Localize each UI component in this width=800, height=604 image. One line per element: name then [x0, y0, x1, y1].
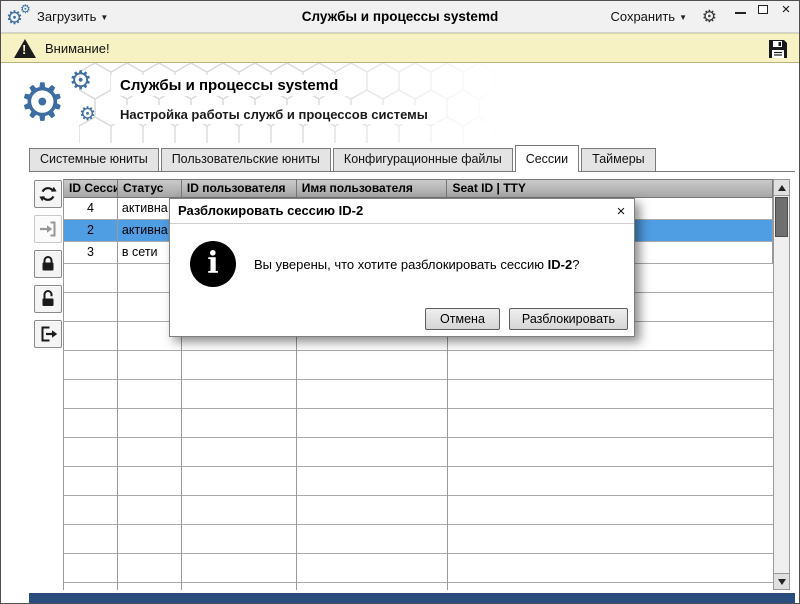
- maximize-icon: [758, 5, 768, 14]
- table-header-row: ID Сессии Статус ID пользователя Имя пол…: [64, 179, 773, 198]
- status-bar: [29, 593, 795, 603]
- terminate-session-button[interactable]: [34, 320, 62, 348]
- tab-config-files[interactable]: Конфигурационные файлы: [333, 148, 513, 171]
- scrollbar-up-button[interactable]: [774, 180, 789, 196]
- lock-icon: [38, 254, 58, 274]
- unlock-confirm-button[interactable]: Разблокировать: [509, 308, 628, 330]
- tab-timers[interactable]: Таймеры: [581, 148, 656, 171]
- warning-label: Внимание!: [45, 34, 110, 64]
- attach-session-button[interactable]: [34, 215, 62, 243]
- info-icon: [190, 241, 236, 287]
- unlock-session-button[interactable]: [34, 285, 62, 313]
- load-menu-button[interactable]: Загрузить ▼: [37, 7, 108, 27]
- triangle-down-icon: [778, 579, 786, 585]
- gear-icon: ⚙: [79, 105, 96, 124]
- scrollbar-thumb[interactable]: [775, 197, 788, 237]
- column-header-user-id[interactable]: ID пользователя: [182, 180, 297, 197]
- scrollbar-down-button[interactable]: [774, 573, 789, 589]
- save-menu-button[interactable]: Сохранить ▼: [610, 7, 687, 27]
- cancel-button[interactable]: Отмена: [425, 308, 500, 330]
- dialog-titlebar: Разблокировать сессию ID-2 ×: [170, 199, 634, 224]
- unlock-icon: [38, 289, 58, 309]
- cell-session-id: 2: [64, 220, 118, 242]
- warning-banner: Внимание!: [1, 33, 799, 63]
- dialog-close-button[interactable]: ×: [612, 202, 630, 220]
- chevron-down-icon: ▼: [100, 8, 108, 28]
- window-controls: ×: [732, 3, 795, 17]
- app-window: ⚙ ⚙ Загрузить ▼ Службы и процессы systemd…: [0, 0, 800, 604]
- cell-session-id: 4: [64, 198, 118, 220]
- tab-system-units[interactable]: Системные юниты: [29, 148, 159, 171]
- login-arrow-icon: [38, 219, 58, 239]
- tabbar: Системные юниты Пользовательские юниты К…: [29, 143, 795, 171]
- dialog-buttons: Отмена Разблокировать: [425, 308, 628, 330]
- column-header-status[interactable]: Статус: [118, 180, 182, 197]
- floppy-icon: [766, 37, 790, 61]
- triangle-up-icon: [778, 185, 786, 191]
- warning-icon: [14, 39, 36, 58]
- settings-gear-button[interactable]: ⚙: [702, 8, 717, 25]
- page-subtitle: Настройка работы служб и процессов систе…: [111, 105, 437, 124]
- column-header-user-name[interactable]: Имя пользователя: [297, 180, 448, 197]
- dialog-message-suffix: ?: [572, 257, 579, 272]
- cell-session-id: 3: [64, 242, 118, 264]
- gear-icon: ⚙: [69, 67, 92, 93]
- gear-icon: ⚙: [20, 3, 31, 15]
- refresh-button[interactable]: [34, 180, 62, 208]
- dialog-title: Разблокировать сессию ID-2: [178, 199, 363, 224]
- scrollbar-track[interactable]: [773, 179, 790, 590]
- tab-user-units[interactable]: Пользовательские юниты: [161, 148, 331, 171]
- page-title: Службы и процессы systemd: [111, 75, 347, 96]
- maximize-button[interactable]: [755, 3, 773, 17]
- page-header: ⚙ ⚙ ⚙ Службы и процессы systemd Настройк…: [1, 63, 799, 143]
- minimize-button[interactable]: [732, 3, 750, 17]
- dialog-message-session-id: ID-2: [548, 257, 573, 272]
- lock-session-button[interactable]: [34, 250, 62, 278]
- session-toolbar: [34, 180, 62, 355]
- column-header-session-id[interactable]: ID Сессии: [64, 180, 118, 197]
- app-logo-gears-icon: ⚙ ⚙ ⚙: [17, 63, 117, 143]
- load-menu-label: Загрузить: [37, 9, 96, 24]
- app-gears-icon: ⚙ ⚙: [6, 1, 36, 33]
- minimize-icon: [735, 12, 746, 14]
- save-menu-label: Сохранить: [610, 9, 675, 24]
- logout-icon: [38, 324, 58, 344]
- tab-sessions[interactable]: Сессии: [515, 145, 579, 172]
- close-button[interactable]: ×: [777, 3, 795, 17]
- titlebar: ⚙ ⚙ Загрузить▼ Службы и процессы systemd…: [1, 1, 799, 33]
- unlock-session-dialog: Разблокировать сессию ID-2 × Вы уверены,…: [169, 198, 635, 337]
- refresh-icon: [38, 184, 58, 204]
- chevron-down-icon: ▼: [679, 8, 687, 28]
- dialog-message: Вы уверены, что хотите разблокировать се…: [254, 257, 579, 272]
- save-report-button[interactable]: [766, 37, 790, 61]
- dialog-message-prefix: Вы уверены, что хотите разблокировать се…: [254, 257, 548, 272]
- grid-line: [117, 264, 118, 590]
- column-header-seat-tty[interactable]: Seat ID | TTY: [447, 180, 773, 197]
- gear-icon: ⚙: [19, 77, 66, 129]
